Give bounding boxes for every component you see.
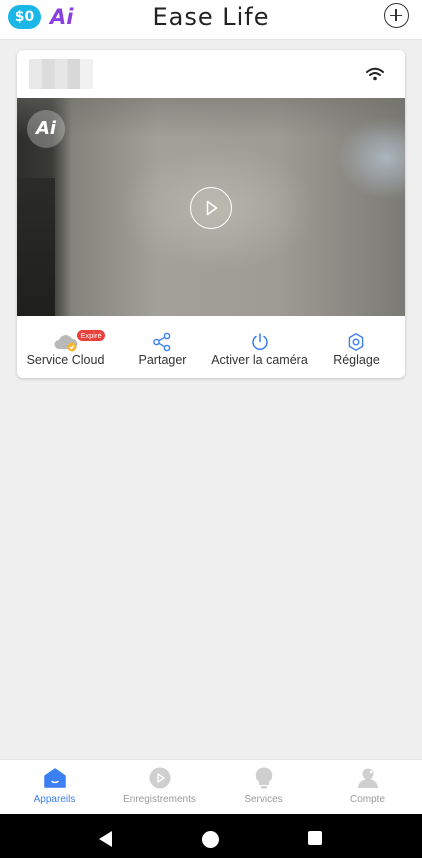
add-device-button[interactable] [384,3,409,28]
service-cloud-button[interactable]: Expiré Service Cloud [17,318,114,378]
app-header: $0 Ai Ease Life [0,0,422,40]
nav-label-services: Services [244,794,283,805]
play-button[interactable] [190,187,232,229]
page-title: Ease Life [152,3,270,31]
service-cloud-label: Service Cloud [26,353,105,367]
home-icon [44,768,66,788]
share-label: Partager [138,353,187,367]
ai-overlay-badge[interactable]: Ai [27,110,65,148]
home-circle-icon[interactable] [201,830,220,849]
nav-item-appareils[interactable]: Appareils [2,760,107,815]
lightbulb-icon [255,767,273,789]
activate-camera-button[interactable]: Activer la caméra [211,318,308,378]
camera-preview[interactable]: Ai [17,98,405,316]
share-icon [153,332,171,352]
expired-badge: Expiré [77,330,105,341]
activate-camera-label: Activer la caméra [211,353,308,367]
cloud-icon [54,335,78,352]
device-actions: Expiré Service Cloud Partager Activer la… [17,318,405,378]
nav-label-enregistrements: Enregistrements [123,794,196,805]
wifi-icon [366,67,384,81]
account-icon [358,768,378,788]
nav-item-services[interactable]: Services [211,760,316,815]
nav-label-appareils: Appareils [33,794,76,805]
bottom-nav: Appareils Enregistrements Services Compt… [0,759,422,814]
device-card[interactable]: Ai Expiré Service Cloud Partager Activer… [17,50,405,378]
device-name-blurred [29,59,93,89]
nav-item-compte[interactable]: Compte [315,760,420,815]
recents-square-icon[interactable] [307,830,323,846]
settings-label: Réglage [333,353,380,367]
preview-dark-area [17,178,55,316]
play-icon [206,200,218,216]
nav-item-enregistrements[interactable]: Enregistrements [107,760,212,815]
back-triangle-icon[interactable] [97,830,115,848]
share-button[interactable]: Partager [114,318,211,378]
preview-shade [17,98,405,138]
system-nav-bar [0,814,422,858]
recordings-icon [149,767,171,789]
nav-label-compte: Compte [349,794,385,805]
settings-button[interactable]: Réglage [308,318,405,378]
power-icon [252,333,268,350]
settings-icon [348,333,364,351]
